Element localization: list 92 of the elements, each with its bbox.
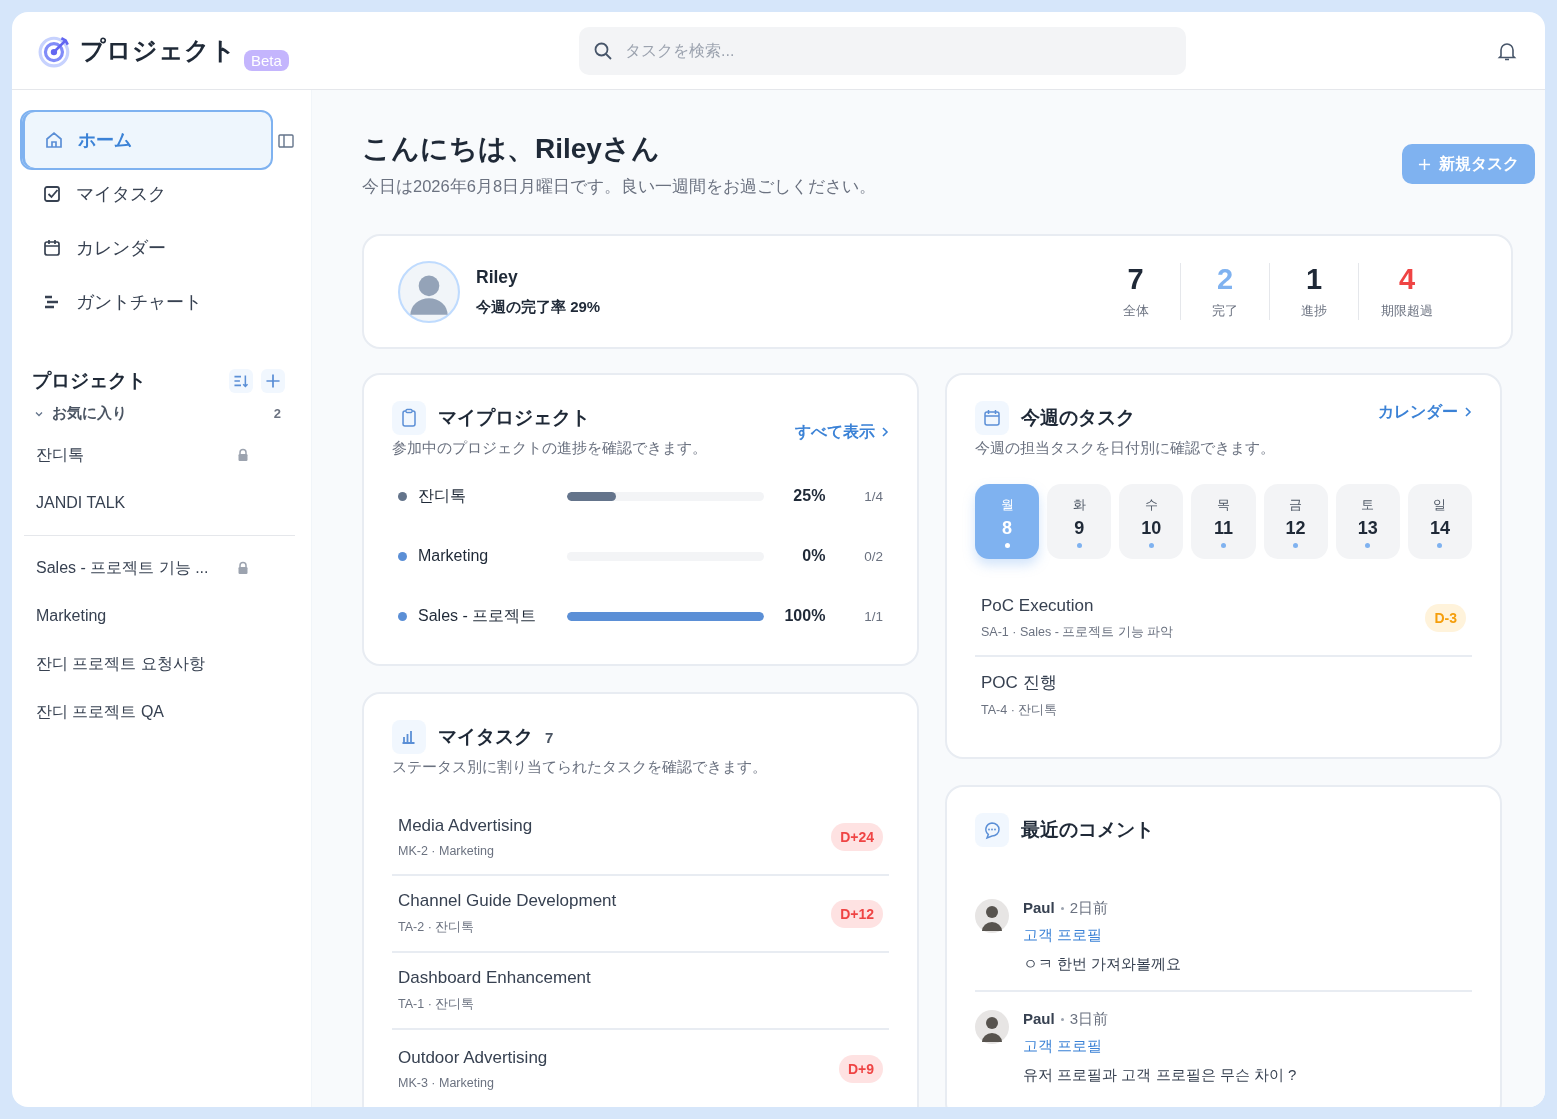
avatar <box>975 899 1009 933</box>
checkbox-icon <box>42 184 62 204</box>
day-tab[interactable]: 토 13 <box>1335 484 1400 559</box>
card-subtitle: ステータス別に割り当てられたタスクを確認できます。 <box>392 758 768 777</box>
chevron-icon <box>881 426 889 438</box>
task-ratio: 0/2 <box>863 548 883 564</box>
task-title[interactable]: Media Advertising <box>398 815 533 836</box>
clipboard-icon <box>392 401 426 435</box>
task-title[interactable]: Outdoor Advertising <box>398 1047 548 1068</box>
beta-badge: Beta <box>244 50 289 71</box>
due-badge: D+9 <box>838 1054 883 1083</box>
comment-author: Paul <box>1023 899 1055 918</box>
project-item[interactable]: Marketing <box>20 592 295 640</box>
sort-icon[interactable] <box>229 369 253 393</box>
project-name: 잔디톡 <box>418 485 467 506</box>
search-icon <box>593 40 613 61</box>
task-ratio: 1/1 <box>863 608 883 624</box>
due-badge: D+12 <box>831 899 883 928</box>
project-item[interactable]: JANDI TALK <box>20 479 295 527</box>
project-item[interactable]: Sales - 프로젝트 기능 ... <box>20 544 295 592</box>
user-name: Riley <box>476 266 519 288</box>
due-badge: D-3 <box>1425 604 1466 632</box>
day-tab[interactable]: 금 12 <box>1263 484 1328 559</box>
calendar-icon <box>975 401 1009 435</box>
plus-icon <box>1418 157 1431 171</box>
stat-label: 進捗 <box>1300 302 1328 320</box>
due-badge: D+24 <box>831 822 883 851</box>
comment-time: 3日前 <box>1069 1010 1109 1029</box>
search-field[interactable]: タスクを検索... <box>579 26 1186 75</box>
stat-value: 7 <box>1126 263 1145 296</box>
task-title[interactable]: Channel Guide Development <box>398 891 617 911</box>
day-tab[interactable]: 목 11 <box>1191 484 1256 559</box>
separator-dot <box>1060 907 1064 910</box>
stat-value: 4 <box>1397 263 1417 296</box>
section-title: プロジェクト <box>32 369 146 393</box>
project-item[interactable]: 잔디 프로젝트 QA <box>20 688 295 736</box>
stat-value: 2 <box>1215 263 1235 296</box>
home-icon <box>44 130 64 150</box>
project-name: Marketing <box>418 547 490 565</box>
task-title[interactable]: Dashboard Enhancement <box>398 968 591 988</box>
task-meta: TA-1 · 잔디톡 <box>398 996 476 1013</box>
task-link[interactable]: 고객 프로필 <box>1023 926 1182 945</box>
stat-label: 完了 <box>1211 302 1239 320</box>
project-name: Sales - 프로젝트 <box>418 605 538 626</box>
day-tab[interactable]: 일 14 <box>1407 484 1472 559</box>
task-meta: SA-1 · Sales - 프로젝트 기능 파악 <box>981 623 1174 641</box>
comment-author: Paul <box>1023 1010 1055 1029</box>
card-title: 今週のタスク <box>1021 406 1135 430</box>
bar-chart-icon <box>392 720 426 754</box>
favorites-toggle[interactable]: お気に入り 2 <box>34 404 281 423</box>
calendar-link[interactable]: カレンダー <box>1378 401 1472 423</box>
card-subtitle: 参加中のプロジェクトの進捗を確認できます。 <box>392 439 708 458</box>
task-meta: MK-3 · Marketing <box>398 1075 495 1090</box>
stat-label: 期限超過 <box>1381 302 1433 320</box>
stat-label: 全体 <box>1121 302 1150 320</box>
comment-text: 유저 프로필과 고객 프로필은 무슨 차이 ? <box>1023 1066 1297 1085</box>
add-icon[interactable] <box>261 369 285 393</box>
task-title[interactable]: POC 진행 <box>981 671 1058 694</box>
card-title: マイタスク <box>438 725 533 749</box>
task-meta: TA-4 · 잔디톡 <box>981 702 1058 719</box>
comment-text: ㅇㅋ 한번 가져와볼께요 <box>1023 955 1182 974</box>
progress-percent: 25% <box>792 487 826 505</box>
task-count: 7 <box>545 728 554 746</box>
chevron-icon <box>1464 406 1472 418</box>
card-title: マイプロジェクト <box>438 406 590 430</box>
card-title: 最近のコメント <box>1021 818 1154 842</box>
nav-item[interactable]: ホーム <box>20 110 273 170</box>
sidebar-toggle-icon[interactable] <box>277 132 295 150</box>
app-name: プロジェクト <box>80 35 236 66</box>
day-tab[interactable]: 화 9 <box>1047 484 1112 559</box>
task-ratio: 1/4 <box>863 488 883 504</box>
stat-value: 1 <box>1304 263 1324 296</box>
avatar <box>975 1010 1009 1044</box>
task-title[interactable]: PoC Execution <box>981 595 1174 616</box>
calendar-icon <box>42 238 62 258</box>
view-all-link[interactable]: すべて表示 <box>795 421 889 443</box>
comment-time: 2日前 <box>1069 899 1109 918</box>
chat-bubble-icon <box>975 813 1009 847</box>
progress-percent: 100% <box>783 607 826 625</box>
task-meta: MK-2 · Marketing <box>398 843 495 858</box>
day-tab[interactable]: 수 10 <box>1119 484 1184 559</box>
greeting-title: こんにちは、Rileyさん <box>362 132 661 166</box>
progress-percent: 0% <box>801 547 826 565</box>
task-meta: TA-2 · 잔디톡 <box>398 919 476 936</box>
task-link[interactable]: 고객 프로필 <box>1023 1037 1297 1056</box>
greeting-subtitle: 今日は2026年6月8日月曜日です。良い一週間をお過ごしください。 <box>362 176 877 197</box>
completion-rate: 今週の完了率 29% <box>476 297 601 317</box>
separator-dot <box>1060 1018 1064 1021</box>
card-subtitle: 今週の担当タスクを日付別に確認できます。 <box>975 439 1276 458</box>
project-item[interactable]: 잔디톡 <box>20 431 295 479</box>
project-item[interactable]: 잔디 프로젝트 요청사항 <box>20 640 295 688</box>
avatar <box>398 260 460 323</box>
